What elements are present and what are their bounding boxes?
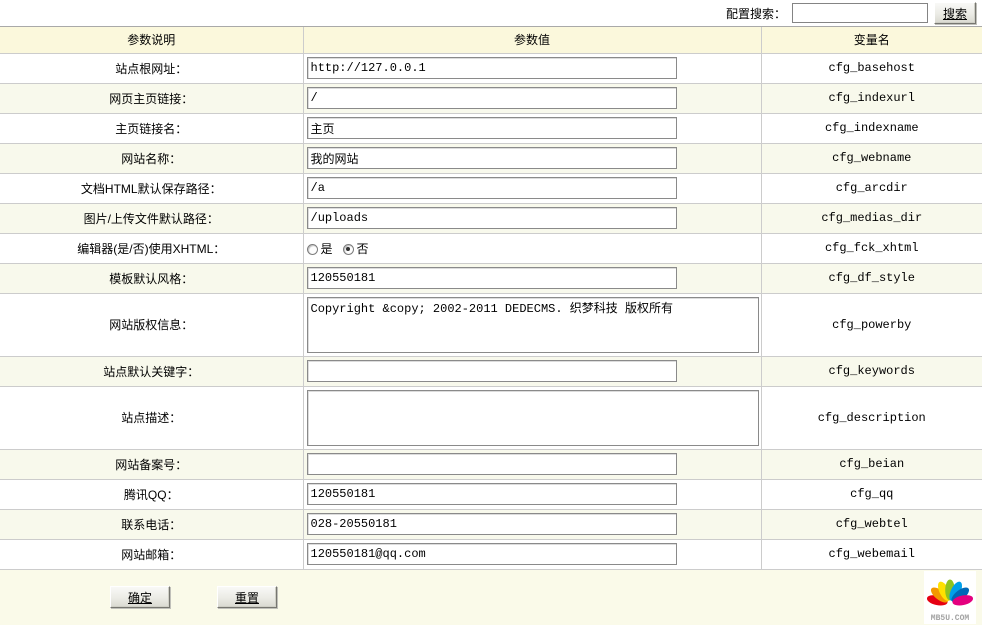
table-row-cfg_keywords: 站点默认关键字： cfg_keywords	[0, 356, 982, 386]
param-input-cfg_webname[interactable]	[307, 147, 677, 169]
param-label: 联系电话：	[121, 518, 181, 532]
variable-name: cfg_qq	[850, 487, 893, 501]
footer: 确定 重置 MB5U.COM	[0, 570, 982, 625]
radio-option-label: 是	[321, 242, 333, 256]
variable-name: cfg_fck_xhtml	[825, 241, 919, 255]
variable-name: cfg_medias_dir	[821, 211, 922, 225]
param-label: 站点描述：	[121, 411, 181, 425]
param-label: 文档HTML默认保存路径：	[81, 182, 222, 196]
param-input-cfg_webtel[interactable]	[307, 513, 677, 535]
table-row-cfg_webemail: 网站邮箱： cfg_webemail	[0, 539, 982, 569]
topbar: 配置搜索： 搜索	[0, 0, 982, 27]
param-label: 主页链接名：	[115, 122, 187, 136]
variable-name: cfg_webemail	[829, 547, 915, 561]
table-row-cfg_beian: 网站备案号： cfg_beian	[0, 449, 982, 479]
variable-name: cfg_indexname	[825, 121, 919, 135]
radio-unchecked-icon[interactable]	[307, 244, 318, 255]
table-row-cfg_webname: 网站名称： cfg_webname	[0, 143, 982, 173]
param-input-cfg_df_style[interactable]	[307, 267, 677, 289]
table-row-cfg_indexname: 主页链接名： cfg_indexname	[0, 113, 982, 143]
table-row-cfg_fck_xhtml: 编辑器(是/否)使用XHTML： 是 否 cfg_fck_xhtml	[0, 233, 982, 263]
table-header-row: 参数说明 参数值 变量名	[0, 27, 982, 53]
watermark-text: MB5U.COM	[931, 614, 970, 623]
variable-name: cfg_basehost	[829, 61, 915, 75]
table-row-cfg_qq: 腾讯QQ： cfg_qq	[0, 479, 982, 509]
variable-name: cfg_df_style	[829, 271, 915, 285]
radio-option: 否	[343, 242, 369, 256]
radio-option: 是	[307, 242, 333, 256]
variable-name: cfg_keywords	[829, 364, 915, 378]
variable-name: cfg_powerby	[832, 318, 911, 332]
variable-name: cfg_beian	[839, 457, 904, 471]
table-row-cfg_webtel: 联系电话： cfg_webtel	[0, 509, 982, 539]
table-row-cfg_arcdir: 文档HTML默认保存路径： cfg_arcdir	[0, 173, 982, 203]
variable-name: cfg_indexurl	[829, 91, 915, 105]
radio-checked-icon[interactable]	[343, 244, 354, 255]
ok-button[interactable]: 确定	[110, 586, 170, 608]
reset-button[interactable]: 重置	[217, 586, 277, 608]
param-input-cfg_qq[interactable]	[307, 483, 677, 505]
table-row-cfg_powerby: 网站版权信息： cfg_powerby	[0, 293, 982, 356]
param-label: 网站版权信息：	[109, 318, 193, 332]
param-label: 图片/上传文件默认路径：	[84, 212, 219, 226]
param-input-cfg_beian[interactable]	[307, 453, 677, 475]
radio-option-label: 否	[357, 242, 369, 256]
param-input-cfg_medias_dir[interactable]	[307, 207, 677, 229]
table-row-cfg_basehost: 站点根网址： cfg_basehost	[0, 53, 982, 83]
param-textarea-cfg_description[interactable]	[307, 390, 759, 446]
column-header-param-desc: 参数说明	[0, 27, 303, 53]
column-header-param-value: 参数值	[303, 27, 761, 53]
param-input-cfg_basehost[interactable]	[307, 57, 677, 79]
variable-name: cfg_description	[818, 411, 926, 425]
table-row-cfg_df_style: 模板默认风格： cfg_df_style	[0, 263, 982, 293]
table-row-cfg_indexurl: 网页主页链接： cfg_indexurl	[0, 83, 982, 113]
config-table: 参数说明 参数值 变量名 站点根网址： cfg_basehost 网页主页链接： cf…	[0, 27, 982, 570]
param-label: 网站邮箱：	[121, 548, 181, 562]
param-label: 网站备案号：	[115, 458, 187, 472]
mb5u-watermark: MB5U.COM	[924, 571, 976, 624]
param-label: 站点根网址：	[115, 62, 187, 76]
param-input-cfg_indexurl[interactable]	[307, 87, 677, 109]
param-input-cfg_webemail[interactable]	[307, 543, 677, 565]
config-search-input[interactable]	[792, 3, 928, 23]
param-label: 站点默认关键字：	[103, 365, 199, 379]
config-search-label: 配置搜索：	[726, 5, 786, 22]
variable-name: cfg_arcdir	[836, 181, 908, 195]
param-input-cfg_indexname[interactable]	[307, 117, 677, 139]
search-button[interactable]: 搜索	[934, 2, 976, 24]
variable-name: cfg_webtel	[836, 517, 908, 531]
param-textarea-cfg_powerby[interactable]	[307, 297, 759, 353]
param-input-cfg_arcdir[interactable]	[307, 177, 677, 199]
param-label: 编辑器(是/否)使用XHTML：	[77, 242, 225, 256]
column-header-var-name: 变量名	[761, 27, 982, 53]
param-input-cfg_keywords[interactable]	[307, 360, 677, 382]
param-label: 网站名称：	[121, 152, 181, 166]
table-row-cfg_description: 站点描述： cfg_description	[0, 386, 982, 449]
variable-name: cfg_webname	[832, 151, 911, 165]
param-label: 腾讯QQ：	[124, 488, 179, 502]
param-label: 模板默认风格：	[109, 272, 193, 286]
param-label: 网页主页链接：	[109, 92, 193, 106]
config-table-body: 站点根网址： cfg_basehost 网页主页链接： cfg_indexurl 主页链…	[0, 53, 982, 569]
table-row-cfg_medias_dir: 图片/上传文件默认路径： cfg_medias_dir	[0, 203, 982, 233]
